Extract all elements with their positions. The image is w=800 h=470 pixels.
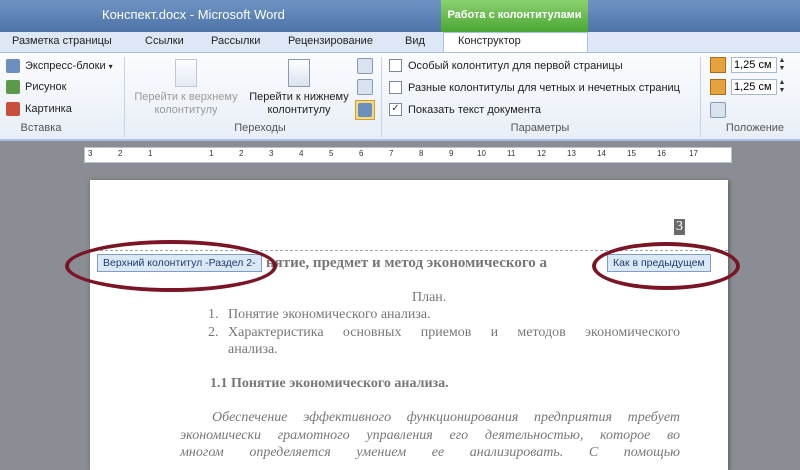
plan-heading: План. xyxy=(412,290,447,305)
ruler-number: 10 xyxy=(477,149,486,158)
ruler-number: 16 xyxy=(657,149,666,158)
checkbox-box xyxy=(389,59,402,72)
group-divider xyxy=(381,57,382,137)
header-section-tag[interactable]: Верхний колонтитул -Раздел 2- xyxy=(97,254,262,272)
ruler-number: 7 xyxy=(389,149,394,158)
ruler-number: 12 xyxy=(537,149,546,158)
next-section-icon xyxy=(357,79,373,95)
document-title: нятие, предмет и метод экономического а xyxy=(266,255,548,271)
title-bar: Конспект.docx - Microsoft Word xyxy=(0,0,800,32)
tab-page-layout[interactable]: Разметка страницы xyxy=(12,35,112,47)
first-page-header-checkbox[interactable]: Особый колонтитул для первой страницы xyxy=(389,59,623,72)
goto-header-icon xyxy=(175,59,197,87)
ruler-number: 6 xyxy=(359,149,364,158)
horizontal-ruler[interactable]: 3 2 1 1 2 3 4 5 6 7 8 9 10 11 12 13 14 1… xyxy=(84,147,732,163)
ruler-number: 1 xyxy=(148,149,153,158)
ribbon: Экспресс-блоки ▾ Рисунок Картинка Вставк… xyxy=(0,53,800,141)
header-position-icon xyxy=(710,57,726,73)
ruler-number: 3 xyxy=(88,149,93,158)
tab-view[interactable]: Вид xyxy=(405,35,425,47)
same-as-previous-tag[interactable]: Как в предыдущем xyxy=(607,254,711,272)
group-label-options: Параметры xyxy=(510,122,570,134)
tab-mailings[interactable]: Рассылки xyxy=(211,35,260,47)
list-number: 1. xyxy=(208,307,219,322)
link-to-previous-button[interactable] xyxy=(355,100,375,120)
paragraph-line: многом определяется умением ее анализиро… xyxy=(180,445,680,460)
goto-header-button[interactable]: Перейти к верхнему колонтитулу xyxy=(127,59,245,117)
ruler-number: 9 xyxy=(449,149,454,158)
spinner-arrows-icon[interactable]: ▲ ▼ xyxy=(777,57,787,73)
list-item-text: анализа. xyxy=(228,342,278,357)
ruler-number: 3 xyxy=(269,149,274,158)
picture-button[interactable]: Рисунок xyxy=(6,80,67,94)
odd-even-header-checkbox[interactable]: Разные колонтитулы для четных и нечетных… xyxy=(389,81,680,94)
paragraph-line: Обеспечение эффективного функционировани… xyxy=(212,410,680,425)
tab-references[interactable]: Ссылки xyxy=(145,35,184,47)
footer-position-spinner[interactable]: ▲▼ xyxy=(710,79,787,95)
spinner-arrows-icon[interactable]: ▲ ▼ xyxy=(777,79,787,95)
group-divider xyxy=(700,57,701,137)
header-boundary-line xyxy=(90,250,728,251)
quick-parts-icon xyxy=(6,59,20,73)
ruler-number: 5 xyxy=(329,149,334,158)
ruler-number: 2 xyxy=(118,149,123,158)
ruler-number: 14 xyxy=(597,149,606,158)
next-section-button[interactable] xyxy=(357,79,378,95)
ruler-number: 8 xyxy=(419,149,424,158)
ruler-number: 1 xyxy=(209,149,214,158)
group-label-position: Положение xyxy=(725,122,785,134)
paragraph-line: экономически грамотного управления его д… xyxy=(180,428,680,443)
list-item-text: Понятие экономического анализа. xyxy=(228,307,431,322)
tab-review[interactable]: Рецензирование xyxy=(288,35,373,47)
prev-section-button[interactable] xyxy=(357,58,378,74)
footer-position-input[interactable] xyxy=(731,79,777,95)
header-position-input[interactable] xyxy=(731,57,777,73)
header-position-spinner[interactable]: ▲▼ xyxy=(710,57,787,73)
group-divider xyxy=(124,57,125,137)
footer-position-icon xyxy=(710,79,726,95)
quick-parts-button[interactable]: Экспресс-блоки ▾ xyxy=(6,59,113,73)
show-document-text-checkbox[interactable]: ✓ Показать текст документа xyxy=(389,103,541,116)
section-heading: 1.1 Понятие экономического анализа. xyxy=(210,376,449,391)
ruler-number: 2 xyxy=(239,149,244,158)
ruler-number: 17 xyxy=(689,149,698,158)
checkbox-box xyxy=(389,81,402,94)
context-tab-header[interactable]: Работа с колонтитулами xyxy=(441,0,588,32)
chevron-down-icon: ▾ xyxy=(108,61,113,71)
clipart-icon xyxy=(6,102,20,116)
tab-design[interactable]: Конструктор xyxy=(443,32,588,52)
list-number: 2. xyxy=(208,325,219,340)
prev-section-icon xyxy=(357,58,373,74)
page-number-field[interactable]: 3 xyxy=(674,219,685,235)
window-title: Конспект.docx - Microsoft Word xyxy=(102,7,285,22)
alignment-tab-icon xyxy=(710,102,726,118)
insert-alignment-tab-button[interactable] xyxy=(710,102,731,118)
ruler-number: 11 xyxy=(507,149,516,158)
clipart-button[interactable]: Картинка xyxy=(6,102,72,116)
list-item-text: Характеристика основных приемов и методо… xyxy=(228,325,680,340)
goto-footer-icon xyxy=(288,59,310,87)
document-page[interactable]: 3 Верхний колонтитул -Раздел 2- Как в пр… xyxy=(90,180,728,470)
link-to-previous-icon xyxy=(358,103,372,117)
ruler-number: 13 xyxy=(567,149,576,158)
group-label-insert: Вставка xyxy=(20,122,62,134)
goto-footer-button[interactable]: Перейти к нижнему колонтитулу xyxy=(242,59,356,117)
check-icon: ✓ xyxy=(389,103,402,116)
ribbon-tabs: Разметка страницы Ссылки Рассылки Реценз… xyxy=(0,32,800,53)
group-label-navigation: Переходы xyxy=(234,122,286,134)
ruler-number: 15 xyxy=(627,149,636,158)
picture-icon xyxy=(6,80,20,94)
ruler-number: 4 xyxy=(299,149,304,158)
